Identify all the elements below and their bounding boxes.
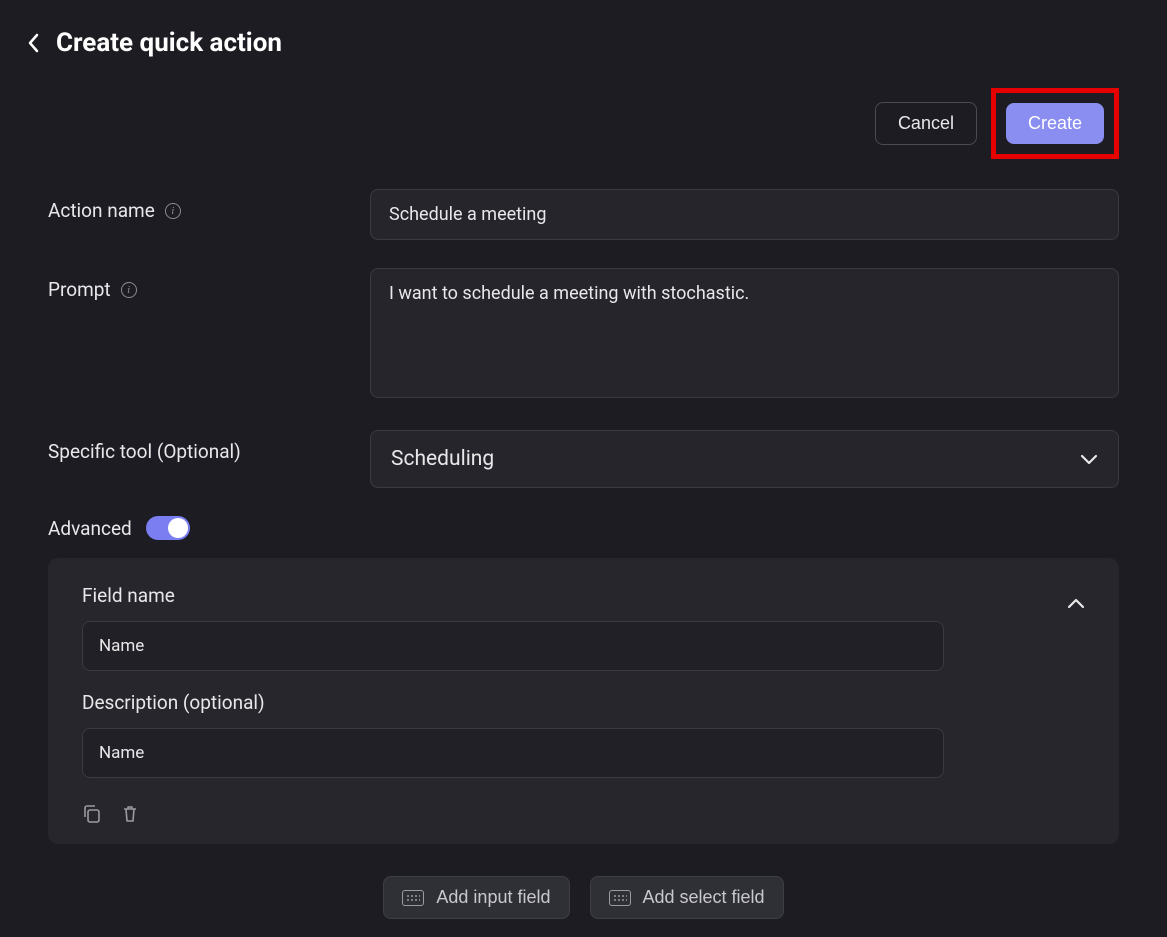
label-col-specific-tool: Specific tool (Optional) (48, 430, 370, 463)
add-buttons-row: Add input field Add select field (48, 876, 1119, 919)
advanced-toggle[interactable] (146, 516, 190, 540)
label-col-prompt: Prompt i (48, 268, 370, 301)
specific-tool-select[interactable]: Scheduling (370, 430, 1119, 488)
description-label: Description (optional) (82, 691, 1085, 714)
card-actions (82, 804, 1085, 824)
input-col-specific-tool: Scheduling (370, 430, 1119, 488)
row-advanced-toggle: Advanced (48, 516, 1119, 540)
label-col-action-name: Action name i (48, 189, 370, 222)
specific-tool-value: Scheduling (391, 447, 494, 471)
add-input-field-button[interactable]: Add input field (383, 876, 569, 919)
chevron-left-icon (27, 33, 39, 53)
info-icon[interactable]: i (165, 203, 181, 219)
back-button[interactable] (24, 31, 42, 55)
page-header: Create quick action (0, 0, 1167, 68)
prompt-input[interactable] (370, 268, 1119, 398)
chevron-down-icon (1080, 454, 1098, 465)
info-icon[interactable]: i (121, 282, 137, 298)
form-area: Action name i Prompt i Specific tool (Op… (0, 159, 1167, 919)
duplicate-button[interactable] (82, 804, 102, 824)
cancel-button[interactable]: Cancel (875, 102, 977, 145)
row-specific-tool: Specific tool (Optional) Scheduling (48, 430, 1119, 488)
keyboard-icon (402, 890, 424, 906)
input-col-action-name (370, 189, 1119, 240)
specific-tool-label: Specific tool (Optional) (48, 440, 241, 463)
action-bar: Cancel Create (0, 68, 1167, 159)
add-input-label: Add input field (436, 887, 550, 908)
toggle-knob (168, 518, 188, 538)
trash-icon (120, 804, 140, 824)
add-select-label: Add select field (643, 887, 765, 908)
page-title: Create quick action (56, 28, 282, 58)
action-name-input[interactable] (370, 189, 1119, 240)
advanced-label: Advanced (48, 517, 132, 540)
field-name-label: Field name (82, 584, 1085, 607)
collapse-button[interactable] (1067, 598, 1085, 609)
chevron-up-icon (1067, 598, 1085, 609)
advanced-card: Field name Description (optional) (48, 558, 1119, 844)
prompt-label: Prompt (48, 278, 111, 301)
create-highlight: Create (991, 88, 1119, 159)
field-name-input[interactable] (82, 621, 944, 671)
create-button[interactable]: Create (1006, 103, 1104, 144)
row-prompt: Prompt i (48, 268, 1119, 402)
add-select-field-button[interactable]: Add select field (590, 876, 784, 919)
copy-icon (82, 804, 102, 824)
keyboard-icon (609, 890, 631, 906)
input-col-prompt (370, 268, 1119, 402)
delete-button[interactable] (120, 804, 140, 824)
description-input[interactable] (82, 728, 944, 778)
action-name-label: Action name (48, 199, 155, 222)
row-action-name: Action name i (48, 189, 1119, 240)
